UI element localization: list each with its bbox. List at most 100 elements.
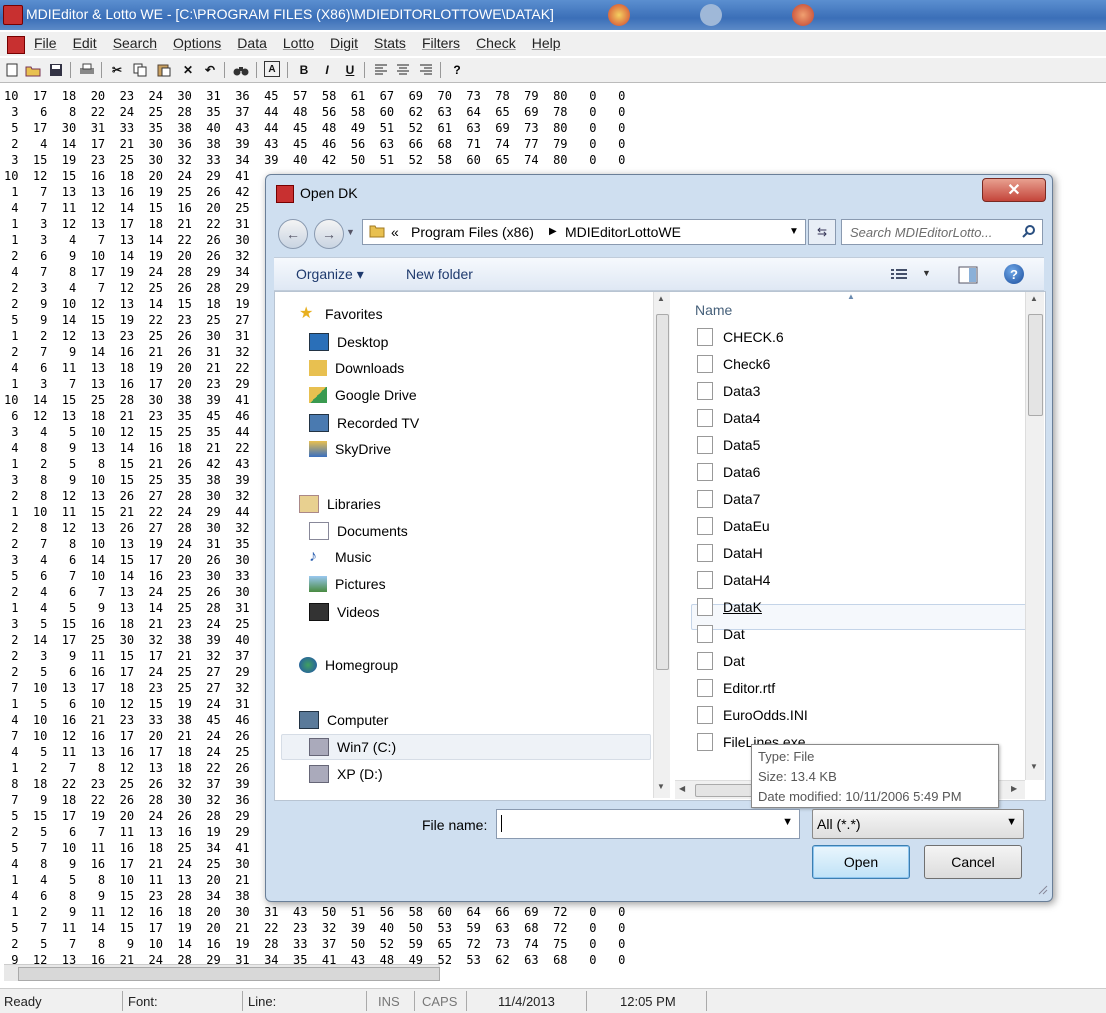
- scroll-up-icon[interactable]: ▲: [1030, 294, 1038, 303]
- undo-icon[interactable]: ↶: [201, 61, 219, 79]
- nav-homegroup[interactable]: Homegroup: [299, 657, 398, 673]
- address-separator-icon[interactable]: ▶: [549, 226, 557, 237]
- file-list-item[interactable]: Data6: [697, 463, 760, 481]
- file-list-item[interactable]: Dat: [697, 652, 745, 670]
- scroll-right-icon[interactable]: ▶: [1011, 784, 1017, 793]
- nav-recorded-tv[interactable]: Recorded TV: [309, 414, 419, 432]
- menu-file[interactable]: File: [34, 35, 57, 51]
- resize-grip-icon[interactable]: [1036, 883, 1048, 895]
- new-folder-button[interactable]: New folder: [406, 266, 473, 282]
- scroll-down-icon[interactable]: ▼: [1030, 762, 1038, 771]
- scrollbar-thumb[interactable]: [18, 967, 440, 981]
- menu-stats[interactable]: Stats: [374, 35, 406, 51]
- editor-horizontal-scrollbar[interactable]: [4, 964, 440, 981]
- file-name: Data3: [723, 383, 761, 399]
- delete-icon[interactable]: ✕: [179, 61, 197, 79]
- document-icon[interactable]: [7, 36, 25, 54]
- nav-computer[interactable]: Computer: [299, 711, 388, 729]
- search-input[interactable]: Search MDIEditorLotto...: [841, 219, 1043, 245]
- open-button[interactable]: Open: [812, 845, 910, 879]
- nav-libraries[interactable]: Libraries: [299, 495, 381, 513]
- file-list-item[interactable]: Data3: [697, 382, 760, 400]
- print-icon[interactable]: [78, 61, 96, 79]
- scroll-up-icon[interactable]: ▲: [657, 294, 665, 303]
- file-list-item[interactable]: Data7: [697, 490, 760, 508]
- menu-digit[interactable]: Digit: [330, 35, 358, 51]
- bold-icon[interactable]: B: [295, 61, 313, 79]
- file-type-select[interactable]: All (*.*) ▼: [812, 809, 1024, 839]
- nav-pane-scrollbar[interactable]: ▲ ▼: [653, 292, 670, 798]
- new-file-icon[interactable]: [3, 61, 21, 79]
- nav-music[interactable]: ♪ Music: [309, 549, 372, 566]
- address-chevron[interactable]: «: [391, 224, 399, 240]
- file-list-item[interactable]: DataH4: [697, 571, 770, 589]
- forward-button[interactable]: →: [314, 219, 344, 249]
- font-icon[interactable]: A: [264, 61, 280, 77]
- address-dropdown-icon[interactable]: ▼: [789, 226, 799, 237]
- close-button[interactable]: ✕: [982, 178, 1046, 202]
- cancel-button[interactable]: Cancel: [924, 845, 1022, 879]
- recent-locations-icon[interactable]: ▼: [346, 227, 355, 237]
- find-binoculars-icon[interactable]: [232, 61, 250, 79]
- nav-videos[interactable]: Videos: [309, 603, 380, 621]
- scroll-left-icon[interactable]: ◀: [679, 784, 685, 793]
- file-icon: [697, 490, 713, 508]
- menu-check[interactable]: Check: [476, 35, 516, 51]
- nav-xp-drive[interactable]: XP (D:): [309, 765, 383, 783]
- align-right-icon[interactable]: [417, 61, 435, 79]
- help-icon[interactable]: ?: [1004, 264, 1024, 284]
- cut-icon[interactable]: ✂: [108, 61, 126, 79]
- refresh-button[interactable]: ⇆: [808, 219, 836, 245]
- file-list-item[interactable]: DataH: [697, 544, 763, 562]
- column-header-name[interactable]: Name: [695, 302, 732, 318]
- file-name-input[interactable]: ▼: [496, 809, 800, 839]
- address-segment-program-files[interactable]: Program Files (x86): [411, 224, 534, 240]
- nav-win7-drive[interactable]: Win7 (C:): [309, 738, 396, 756]
- view-dropdown-icon[interactable]: ▼: [922, 268, 931, 278]
- italic-icon[interactable]: I: [318, 61, 336, 79]
- underline-icon[interactable]: U: [341, 61, 359, 79]
- back-button[interactable]: ←: [278, 219, 308, 249]
- file-list-item[interactable]: Check6: [697, 355, 770, 373]
- view-list-icon[interactable]: [890, 268, 908, 282]
- nav-skydrive[interactable]: SkyDrive: [309, 441, 391, 457]
- address-bar[interactable]: « Program Files (x86) ▶ MDIEditorLottoWE…: [362, 219, 806, 245]
- menu-search[interactable]: Search: [113, 35, 157, 51]
- menu-options[interactable]: Options: [173, 35, 221, 51]
- menu-data[interactable]: Data: [237, 35, 267, 51]
- menu-lotto[interactable]: Lotto: [283, 35, 314, 51]
- scrollbar-thumb[interactable]: [1028, 314, 1043, 416]
- nav-google-drive[interactable]: Google Drive: [309, 387, 417, 403]
- file-list-item[interactable]: Dat: [697, 625, 745, 643]
- menu-help[interactable]: Help: [532, 35, 561, 51]
- file-name-dropdown-icon[interactable]: ▼: [782, 816, 793, 828]
- nav-pictures[interactable]: Pictures: [309, 576, 386, 592]
- scrollbar-thumb[interactable]: [656, 314, 669, 670]
- align-left-icon[interactable]: [372, 61, 390, 79]
- nav-desktop[interactable]: Desktop: [309, 333, 388, 351]
- save-icon[interactable]: [47, 61, 65, 79]
- file-list-item[interactable]: CHECK.6: [697, 328, 784, 346]
- open-folder-icon[interactable]: [24, 61, 42, 79]
- nav-documents[interactable]: Documents: [309, 522, 408, 540]
- align-center-icon[interactable]: [394, 61, 412, 79]
- menu-edit[interactable]: Edit: [73, 35, 97, 51]
- address-segment-mdieditor[interactable]: MDIEditorLottoWE: [565, 224, 681, 240]
- organize-button[interactable]: Organize ▾: [296, 266, 364, 283]
- status-bar: Ready Font: Line: INS CAPS 11/4/2013 12:…: [0, 988, 1106, 1013]
- help-icon[interactable]: ?: [448, 61, 466, 79]
- nav-downloads[interactable]: Downloads: [309, 360, 404, 376]
- menu-filters[interactable]: Filters: [422, 35, 460, 51]
- file-list-item[interactable]: DataK: [697, 598, 762, 616]
- file-list-item[interactable]: Data4: [697, 409, 760, 427]
- file-list-item[interactable]: EuroOdds.INI: [697, 706, 808, 724]
- file-list-item[interactable]: Editor.rtf: [697, 679, 775, 697]
- file-list-item[interactable]: DataEu: [697, 517, 770, 535]
- file-list-vertical-scrollbar[interactable]: ▲ ▼: [1025, 292, 1044, 780]
- paste-icon[interactable]: [155, 61, 173, 79]
- preview-pane-icon[interactable]: [958, 266, 978, 284]
- file-list-item[interactable]: Data5: [697, 436, 760, 454]
- nav-favorites[interactable]: ★ Favorites: [299, 306, 383, 323]
- scroll-down-icon[interactable]: ▼: [657, 782, 665, 791]
- copy-icon[interactable]: [131, 61, 149, 79]
